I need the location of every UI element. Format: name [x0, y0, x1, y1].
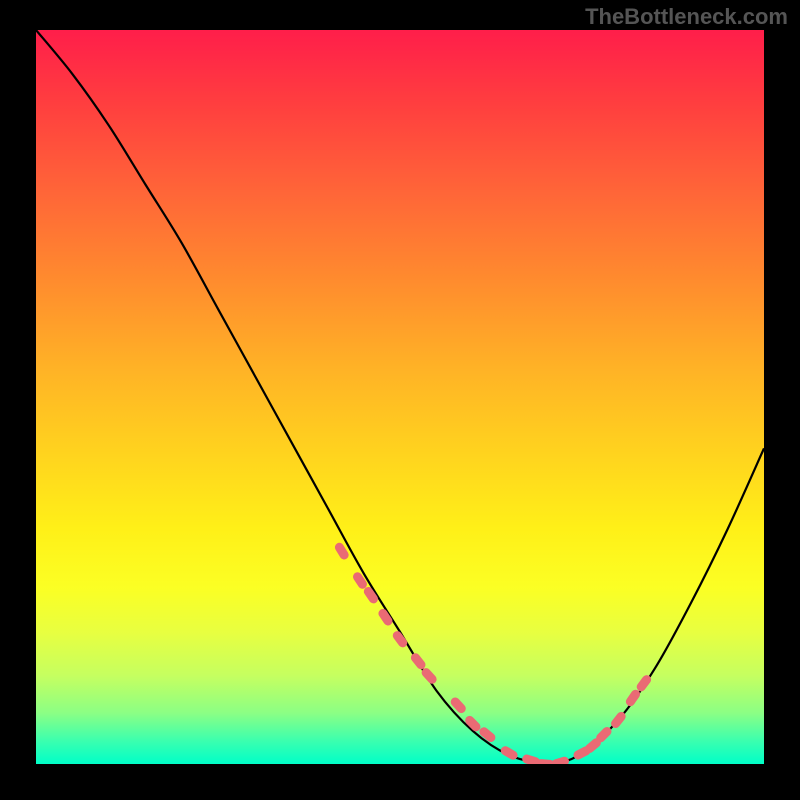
marker-point: [409, 651, 427, 671]
marker-point: [550, 756, 570, 764]
marker-point: [391, 629, 409, 649]
chart-plot-area: [36, 30, 764, 764]
marker-point: [478, 725, 498, 743]
watermark-text: TheBottleneck.com: [585, 4, 788, 30]
bottleneck-curve-line: [36, 30, 764, 764]
marker-point: [449, 696, 468, 715]
chart-svg: [36, 30, 764, 764]
marker-point: [351, 571, 368, 591]
marker-group: [333, 541, 653, 764]
